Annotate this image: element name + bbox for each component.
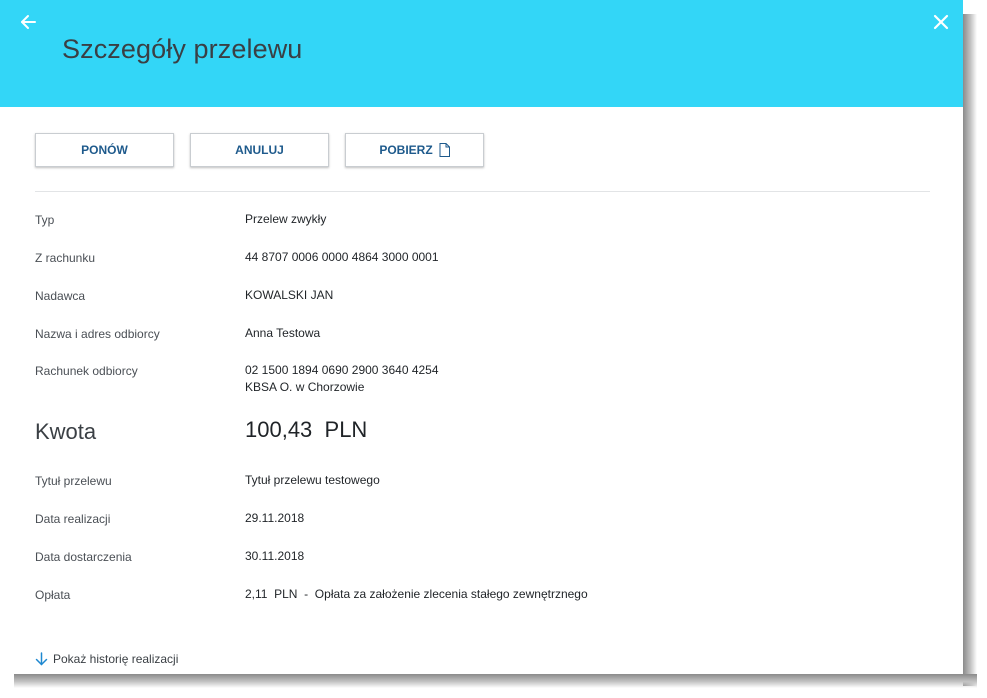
detail-label-type: Typ (35, 213, 55, 227)
close-icon[interactable] (931, 12, 951, 32)
detail-value-recipient-account: 02 1500 1894 0690 2900 3640 4254 (245, 363, 439, 377)
panel-header: Szczegóły przelewu (0, 0, 963, 107)
detail-label-title: Tytuł przelewu (35, 474, 112, 488)
download-button-label: POBIERZ (379, 143, 433, 157)
document-icon (439, 143, 450, 157)
cancel-button[interactable]: ANULUJ (190, 133, 329, 167)
show-history-link[interactable]: Pokaż historię realizacji (35, 652, 178, 666)
panel-shadow-right (963, 14, 977, 686)
cancel-button-label: ANULUJ (235, 143, 284, 157)
arrow-down-icon (35, 652, 48, 666)
download-button[interactable]: POBIERZ (345, 133, 484, 167)
detail-value-from-account: 44 8707 0006 0000 4864 3000 0001 (245, 250, 439, 264)
detail-value-sender: KOWALSKI JAN (245, 288, 334, 302)
transfer-details-panel: Szczegóły przelewu PONÓW ANULUJ POBIERZ (0, 0, 963, 674)
repeat-button[interactable]: PONÓW (35, 133, 174, 167)
detail-value-delivery-date: 30.11.2018 (245, 549, 305, 563)
show-history-label: Pokaż historię realizacji (53, 652, 179, 666)
detail-label-recipient: Nazwa i adres odbiorcy (35, 327, 160, 341)
detail-value-execution-date: 29.11.2018 (245, 511, 305, 525)
detail-label-recipient-account: Rachunek odbiorcy (35, 364, 138, 378)
detail-value-fee: 2,11 PLN - Opłata za założenie zlecenia … (245, 587, 588, 601)
detail-label-from-account: Z rachunku (35, 251, 96, 265)
detail-value-type: Przelew zwykły (245, 212, 327, 226)
screen: Szczegóły przelewu PONÓW ANULUJ POBIERZ (0, 0, 987, 698)
detail-value-title: Tytuł przelewu testowego (245, 473, 380, 487)
amount-label: Kwota (35, 419, 97, 444)
arrow-left-icon[interactable] (19, 12, 39, 32)
repeat-button-label: PONÓW (81, 143, 128, 157)
actions-divider (35, 191, 930, 192)
detail-label-sender: Nadawca (35, 289, 86, 303)
detail-value-recipient: Anna Testowa (245, 326, 321, 340)
detail-value-recipient-bank: KBSA O. w Chorzowie (245, 380, 365, 394)
panel-shadow-bottom (14, 674, 977, 688)
page-title: Szczegóły przelewu (62, 34, 303, 64)
detail-label-execution-date: Data realizacji (35, 512, 111, 526)
detail-label-fee: Opłata (35, 588, 71, 602)
detail-label-delivery-date: Data dostarczenia (35, 550, 132, 564)
amount-value: 100,43 PLN (245, 417, 368, 442)
